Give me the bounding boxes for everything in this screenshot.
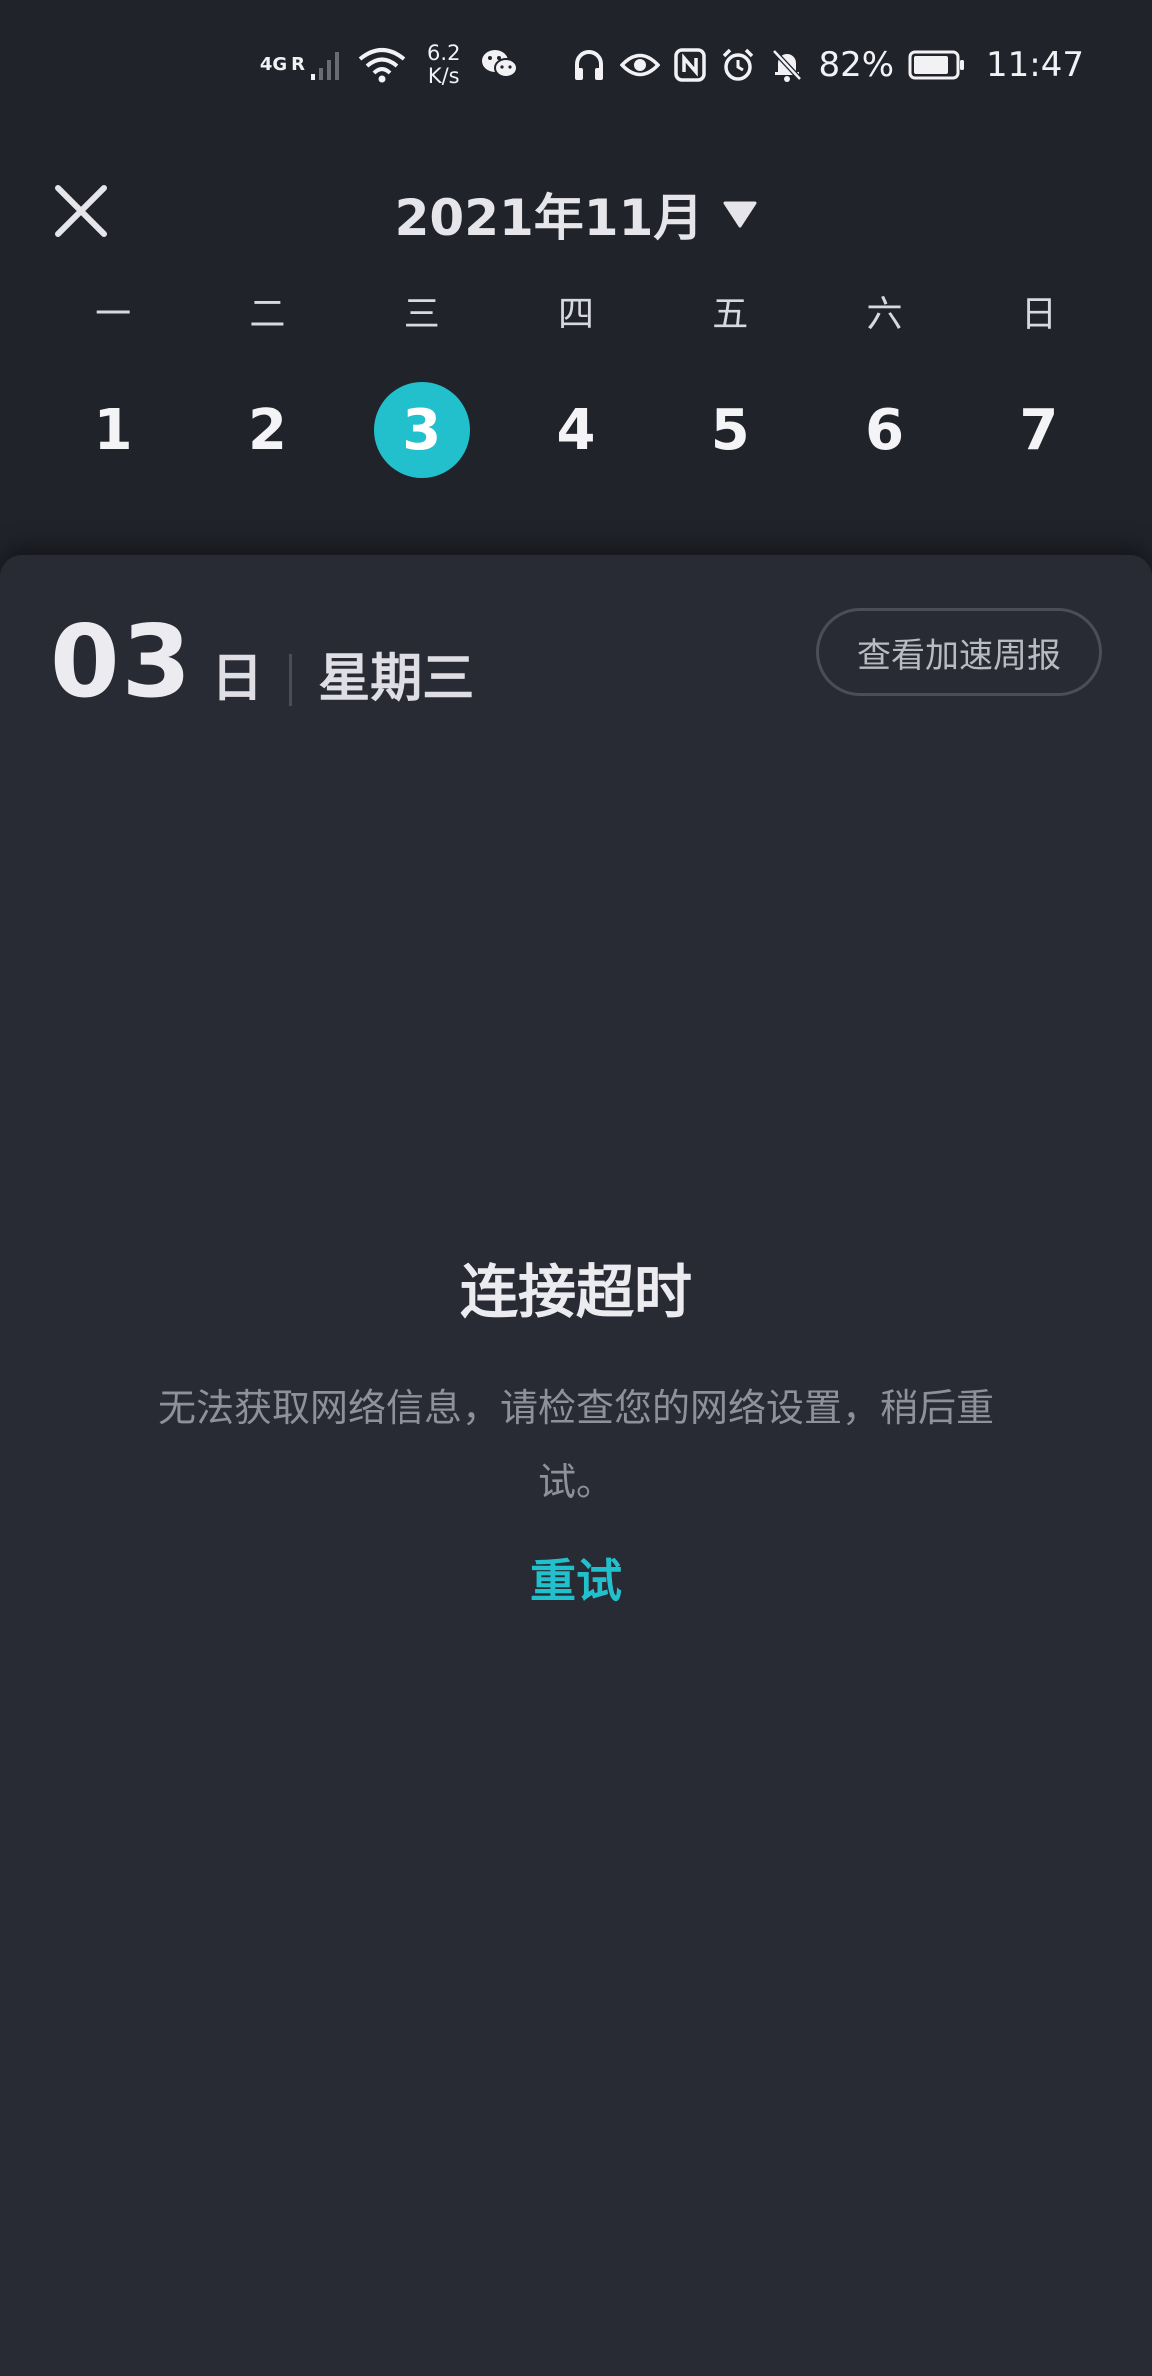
selected-day-number: 03 bbox=[50, 603, 194, 720]
roaming-badge: R bbox=[291, 54, 306, 75]
error-title: 连接超时 bbox=[459, 1258, 692, 1326]
network-type: 4G bbox=[259, 54, 288, 75]
day-cell-3-selected[interactable]: 3 bbox=[373, 382, 470, 478]
month-title: 2021年11月 bbox=[394, 189, 704, 247]
status-time: 11:47 bbox=[986, 45, 1084, 85]
selected-day-unit: 日 bbox=[211, 649, 264, 709]
day-cell-6[interactable]: 6 bbox=[837, 382, 933, 478]
day-cell-2[interactable]: 2 bbox=[219, 382, 315, 478]
signal-icon: 4G R bbox=[260, 48, 343, 82]
day-row: 1 2 3 4 5 6 7 bbox=[36, 380, 1116, 480]
weekday-label: 一 bbox=[95, 294, 132, 335]
wifi-icon bbox=[357, 47, 407, 83]
error-state: 连接超时 无法获取网络信息，请检查您的网络设置，稍后重试。 重试 bbox=[0, 1245, 1152, 1611]
wechat-icon bbox=[480, 48, 520, 82]
weekday-label: 五 bbox=[712, 294, 749, 335]
day-cell-4[interactable]: 4 bbox=[528, 382, 624, 478]
mute-icon bbox=[770, 47, 804, 83]
network-speed: 6.2 K/s bbox=[427, 42, 460, 88]
battery-percent: 82% bbox=[818, 45, 895, 85]
battery-icon bbox=[908, 49, 966, 81]
detail-panel: 03 日 星期三 查看加速周报 连接超时 无法获取网络信息，请检查您的网络设置，… bbox=[0, 555, 1152, 2376]
alarm-icon bbox=[720, 47, 756, 83]
weekday-label: 三 bbox=[403, 294, 440, 335]
headphones-icon bbox=[572, 48, 606, 82]
month-selector[interactable]: 2021年11月 bbox=[0, 178, 1152, 250]
selected-weekday: 星期三 bbox=[318, 649, 475, 709]
weekday-label: 日 bbox=[1020, 294, 1057, 335]
speed-unit: K/s bbox=[427, 64, 460, 88]
weekly-report-button[interactable]: 查看加速周报 bbox=[816, 608, 1102, 696]
calendar-header: 2021年11月 bbox=[0, 150, 1152, 270]
weekday-label: 六 bbox=[866, 294, 903, 335]
speed-value: 6.2 bbox=[427, 41, 461, 65]
dropdown-arrow-icon bbox=[723, 201, 757, 228]
retry-button[interactable]: 重试 bbox=[530, 1545, 622, 1611]
date-divider bbox=[289, 653, 293, 706]
day-cell-7[interactable]: 7 bbox=[991, 382, 1087, 478]
day-cell-1[interactable]: 1 bbox=[65, 382, 161, 478]
weekday-label: 二 bbox=[249, 294, 286, 335]
error-description: 无法获取网络信息，请检查您的网络设置，稍后重试。 bbox=[157, 1386, 994, 1504]
eye-icon bbox=[620, 50, 661, 80]
weekday-label: 四 bbox=[557, 294, 594, 335]
weekday-row: 一 二 三 四 五 六 日 bbox=[36, 285, 1116, 337]
status-bar: 4G R 6.2 K/s 82% 11:47 bbox=[0, 0, 1152, 130]
selected-date: 03 日 星期三 bbox=[50, 603, 474, 720]
day-cell-5[interactable]: 5 bbox=[682, 382, 778, 478]
nfc-icon bbox=[674, 48, 707, 82]
